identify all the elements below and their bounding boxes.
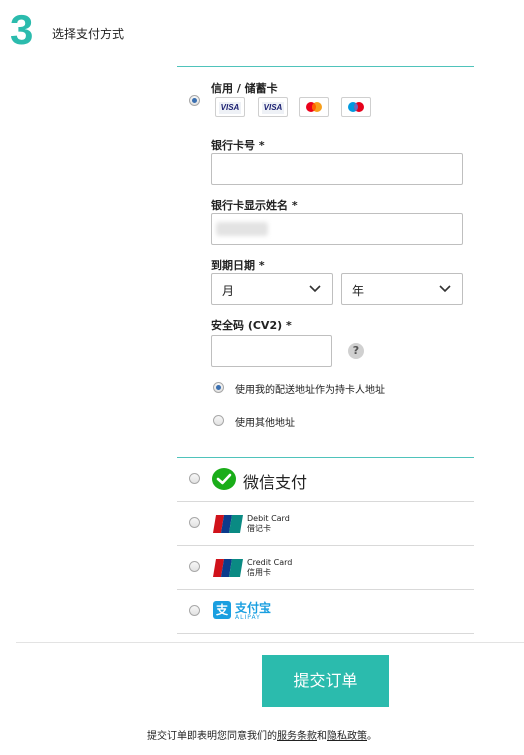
cvv-help-icon[interactable]: ? <box>348 343 364 359</box>
card-number-label: 银行卡号 * <box>211 139 265 152</box>
chevron-down-icon <box>309 285 321 293</box>
divider <box>16 642 524 643</box>
card-option-label: 信用 / 储蓄卡 <box>211 82 278 95</box>
divider <box>177 633 474 634</box>
unionpay-debit-option[interactable]: Debit Card 借记卡 <box>177 502 474 545</box>
terms-prefix: 提交订单即表明您同意我们的 <box>147 731 277 742</box>
unionpay-credit-radio[interactable] <box>189 561 200 572</box>
expiry-year-value: 年 <box>352 284 365 298</box>
mastercard-icon <box>299 97 329 117</box>
payment-panel: 信用 / 储蓄卡 VISA VISA 银行卡号 * 银行卡显示姓名 * 到期日期… <box>177 66 474 634</box>
unionpay-debit-radio[interactable] <box>189 517 200 528</box>
cvv-input[interactable] <box>211 335 332 367</box>
terms-text: 提交订单即表明您同意我们的服务条款和隐私政策。 <box>0 727 524 742</box>
card-number-input[interactable] <box>211 153 463 185</box>
unionpay-icon <box>213 515 243 533</box>
expiry-label: 到期日期 * <box>211 259 265 272</box>
submit-order-button[interactable]: 提交订单 <box>262 655 389 707</box>
alipay-en-label: ALIPAY <box>235 614 261 621</box>
unionpay-debit-cn: 借记卡 <box>247 524 271 533</box>
visa-logo-text: VISA <box>262 102 284 114</box>
wechat-radio[interactable] <box>189 473 200 484</box>
maestro-icon <box>341 97 371 117</box>
terms-suffix: 。 <box>367 731 377 742</box>
billing-other-radio[interactable] <box>213 415 224 426</box>
wechat-label: 微信支付 <box>243 473 308 492</box>
card-name-input[interactable] <box>211 213 463 245</box>
expiry-month-select[interactable]: 月 <box>211 273 333 305</box>
billing-other-label: 使用其他地址 <box>235 418 295 429</box>
unionpay-credit-en: Credit Card <box>247 558 293 567</box>
wechat-pay-option[interactable]: 微信支付 <box>177 458 474 501</box>
alipay-icon: 支 <box>213 601 231 619</box>
step-number: 3 <box>10 6 34 53</box>
alipay-radio[interactable] <box>189 605 200 616</box>
wechat-icon <box>212 468 236 490</box>
privacy-policy-link[interactable]: 隐私政策 <box>327 731 367 742</box>
expiry-year-select[interactable]: 年 <box>341 273 463 305</box>
terms-and: 和 <box>317 731 327 742</box>
expiry-month-value: 月 <box>222 284 235 298</box>
unionpay-credit-option[interactable]: Credit Card 信用卡 <box>177 546 474 589</box>
card-name-label: 银行卡显示姓名 * <box>211 199 298 212</box>
card-radio[interactable] <box>189 95 200 106</box>
unionpay-icon <box>213 559 243 577</box>
chevron-down-icon <box>439 285 451 293</box>
visa-icon: VISA <box>215 97 245 117</box>
billing-same-label: 使用我的配送地址作为持卡人地址 <box>235 385 385 396</box>
redacted-name <box>216 222 268 236</box>
unionpay-debit-en: Debit Card <box>247 514 290 523</box>
alipay-option[interactable]: 支 支付宝 ALIPAY <box>177 590 474 633</box>
cvv-label: 安全码 (CV2) * <box>211 319 292 332</box>
visa-electron-icon: VISA <box>258 97 288 117</box>
unionpay-credit-cn: 信用卡 <box>247 568 271 577</box>
card-section: 信用 / 储蓄卡 VISA VISA 银行卡号 * 银行卡显示姓名 * 到期日期… <box>177 67 474 457</box>
terms-of-service-link[interactable]: 服务条款 <box>277 731 317 742</box>
step-title: 选择支付方式 <box>52 27 125 41</box>
visa-logo-text: VISA <box>219 102 241 114</box>
billing-same-radio[interactable] <box>213 382 224 393</box>
